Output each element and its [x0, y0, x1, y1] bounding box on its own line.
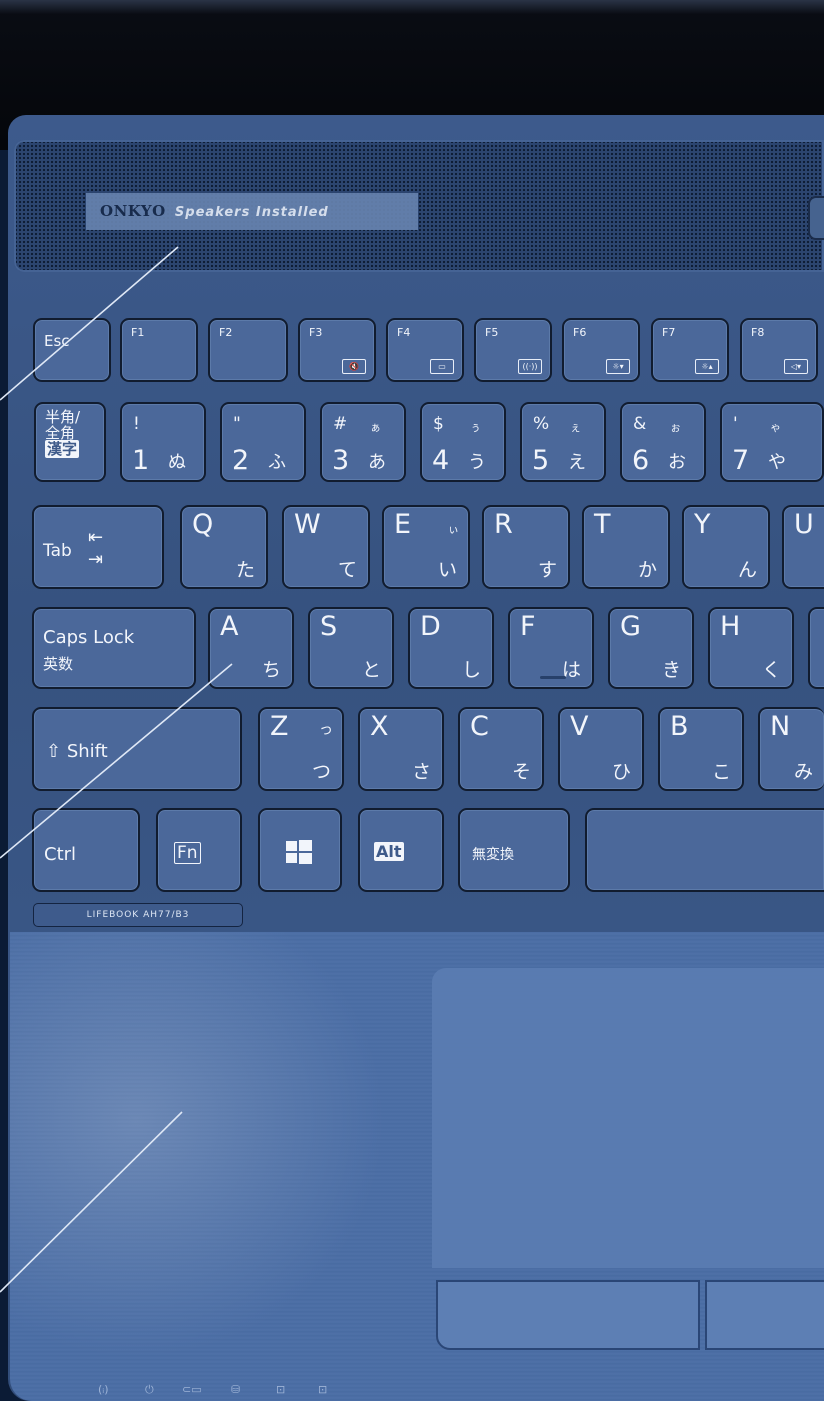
- callout-lines: [0, 246, 233, 1293]
- callout-line-keyboard: [0, 663, 233, 859]
- callout-line-speaker: [0, 246, 179, 401]
- callout-line-palmrest: [0, 1111, 183, 1293]
